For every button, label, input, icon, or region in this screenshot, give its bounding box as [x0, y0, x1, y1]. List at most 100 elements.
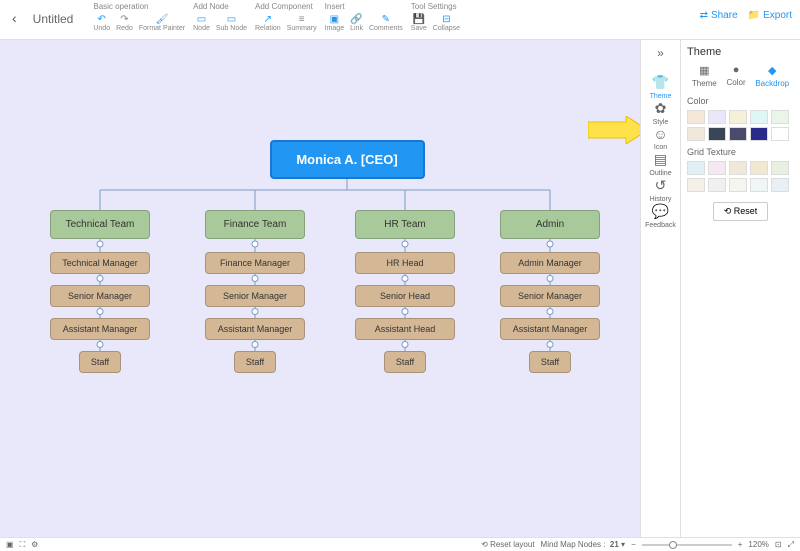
grid-swatch[interactable] — [687, 178, 705, 192]
chain-node[interactable]: Assistant Manager — [500, 318, 600, 340]
comments-icon: ✎ — [380, 13, 392, 25]
tab-backdrop[interactable]: ◆Backdrop — [755, 64, 789, 88]
expand-icon[interactable]: ⤢ — [788, 540, 794, 550]
chain-node[interactable]: Technical Manager — [50, 252, 150, 274]
chain-node[interactable]: Senior Manager — [500, 285, 600, 307]
side-history-button[interactable]: ↺History — [645, 177, 676, 203]
chain-node[interactable]: Admin Manager — [500, 252, 600, 274]
chain-node[interactable]: Staff — [79, 351, 121, 373]
side-outline-button[interactable]: ▤Outline — [645, 151, 676, 177]
side-icon-button[interactable]: ☺Icon — [645, 126, 676, 151]
chain-node[interactable]: Assistant Head — [355, 318, 455, 340]
side-theme-button[interactable]: 👕Theme — [645, 74, 676, 100]
document-title[interactable]: Untitled — [21, 2, 86, 36]
icon-icon: ☺ — [653, 126, 667, 142]
feedback-icon: 💬 — [652, 203, 669, 220]
image-button[interactable]: ▣Image — [325, 13, 344, 32]
share-button[interactable]: ⇄Share — [700, 10, 738, 21]
sub-node-button[interactable]: ▭Sub Node — [216, 13, 247, 32]
color-swatch[interactable] — [750, 110, 768, 124]
grid-section-label: Grid Texture — [687, 147, 794, 157]
zoom-in-button[interactable]: + — [738, 540, 743, 549]
side-style-button[interactable]: ✿Style — [645, 100, 676, 126]
node-icon: ▭ — [195, 13, 207, 25]
zoom-out-button[interactable]: − — [631, 540, 636, 549]
chain-node[interactable]: Senior Head — [355, 285, 455, 307]
export-icon: 📁 — [748, 10, 760, 21]
redo-icon: ↷ — [118, 13, 130, 25]
toolbar-group-label: Tool Settings — [411, 2, 460, 11]
chain-node[interactable]: Finance Manager — [205, 252, 305, 274]
presentation-icon[interactable]: ▣ — [6, 540, 14, 549]
toolbar-group-label: Insert — [325, 2, 403, 11]
grid-swatch[interactable] — [750, 161, 768, 175]
chain-node[interactable]: Senior Manager — [50, 285, 150, 307]
chain-node[interactable]: HR Head — [355, 252, 455, 274]
settings-icon[interactable]: ⚙ — [31, 540, 38, 549]
save-icon: 💾 — [413, 13, 425, 25]
format-painter-button[interactable]: 🖌Format Painter — [139, 13, 185, 32]
fit-icon[interactable]: ⊡ — [775, 540, 782, 549]
grid-swatch[interactable] — [708, 161, 726, 175]
zoom-level: 120% — [748, 540, 768, 549]
tab-theme[interactable]: ▦Theme — [692, 64, 717, 88]
fullscreen-icon[interactable]: ⛶ — [20, 540, 26, 550]
color-swatch[interactable] — [750, 127, 768, 141]
color-swatch[interactable] — [729, 127, 747, 141]
chain-node[interactable]: Staff — [234, 351, 276, 373]
back-button[interactable]: ‹ — [8, 2, 21, 34]
redo-button[interactable]: ↷Redo — [116, 13, 133, 32]
export-button[interactable]: 📁Export — [748, 10, 792, 21]
toolbar-group-label: Add Node — [193, 2, 247, 11]
grid-swatch[interactable] — [708, 178, 726, 192]
color-tab-icon: ● — [733, 64, 740, 76]
toolbar: ‹ Untitled Basic operation ↶Undo ↷Redo 🖌For… — [0, 0, 800, 40]
root-node[interactable]: Monica A. [CEO] — [270, 140, 425, 179]
relation-button[interactable]: ↗Relation — [255, 13, 281, 32]
canvas[interactable]: Monica A. [CEO] Technical Team Technical M… — [0, 40, 640, 537]
link-icon: 🔗 — [351, 13, 363, 25]
summary-button[interactable]: ≡Summary — [287, 13, 317, 32]
color-swatch[interactable] — [687, 127, 705, 141]
color-swatch[interactable] — [687, 110, 705, 124]
reset-layout-button[interactable]: ⟲ Reset layout — [481, 540, 534, 549]
chain-node[interactable]: Assistant Manager — [50, 318, 150, 340]
grid-swatch[interactable] — [687, 161, 705, 175]
team-node[interactable]: Admin — [500, 210, 600, 239]
collapse-button[interactable]: ⊟Collapse — [433, 13, 460, 32]
color-swatch[interactable] — [708, 127, 726, 141]
link-button[interactable]: 🔗Link — [350, 13, 363, 32]
grid-swatch[interactable] — [750, 178, 768, 192]
zoom-slider[interactable] — [642, 544, 732, 546]
chain-node[interactable]: Assistant Manager — [205, 318, 305, 340]
save-button[interactable]: 💾Save — [411, 13, 427, 32]
comments-button[interactable]: ✎Comments — [369, 13, 403, 32]
node-button[interactable]: ▭Node — [193, 13, 210, 32]
undo-button[interactable]: ↶Undo — [93, 13, 110, 32]
color-swatch[interactable] — [729, 110, 747, 124]
color-swatch[interactable] — [771, 127, 789, 141]
grid-swatch[interactable] — [729, 178, 747, 192]
color-section-label: Color — [687, 96, 794, 106]
grid-swatch[interactable] — [771, 178, 789, 192]
share-icon: ⇄ — [700, 10, 708, 21]
summary-icon: ≡ — [296, 13, 308, 25]
tab-color[interactable]: ●Color — [726, 64, 745, 88]
color-swatch[interactable] — [708, 110, 726, 124]
color-swatch[interactable] — [771, 110, 789, 124]
chain-node[interactable]: Senior Manager — [205, 285, 305, 307]
chain-node[interactable]: Staff — [384, 351, 426, 373]
grid-swatch[interactable] — [729, 161, 747, 175]
side-feedback-button[interactable]: 💬Feedback — [645, 203, 676, 229]
style-icon: ✿ — [655, 100, 667, 117]
team-node[interactable]: Finance Team — [205, 210, 305, 239]
collapse-panel-button[interactable]: » — [657, 46, 664, 60]
chain-node[interactable]: Staff — [529, 351, 571, 373]
team-node[interactable]: HR Team — [355, 210, 455, 239]
grid-swatch[interactable] — [771, 161, 789, 175]
team-node[interactable]: Technical Team — [50, 210, 150, 239]
sub-node-icon: ▭ — [225, 13, 237, 25]
reset-button[interactable]: ⟲ Reset — [713, 202, 769, 221]
toolbar-group-label: Basic operation — [93, 2, 185, 11]
side-toolbar: » 👕Theme✿Style☺Icon▤Outline↺History💬Feed… — [640, 40, 680, 537]
